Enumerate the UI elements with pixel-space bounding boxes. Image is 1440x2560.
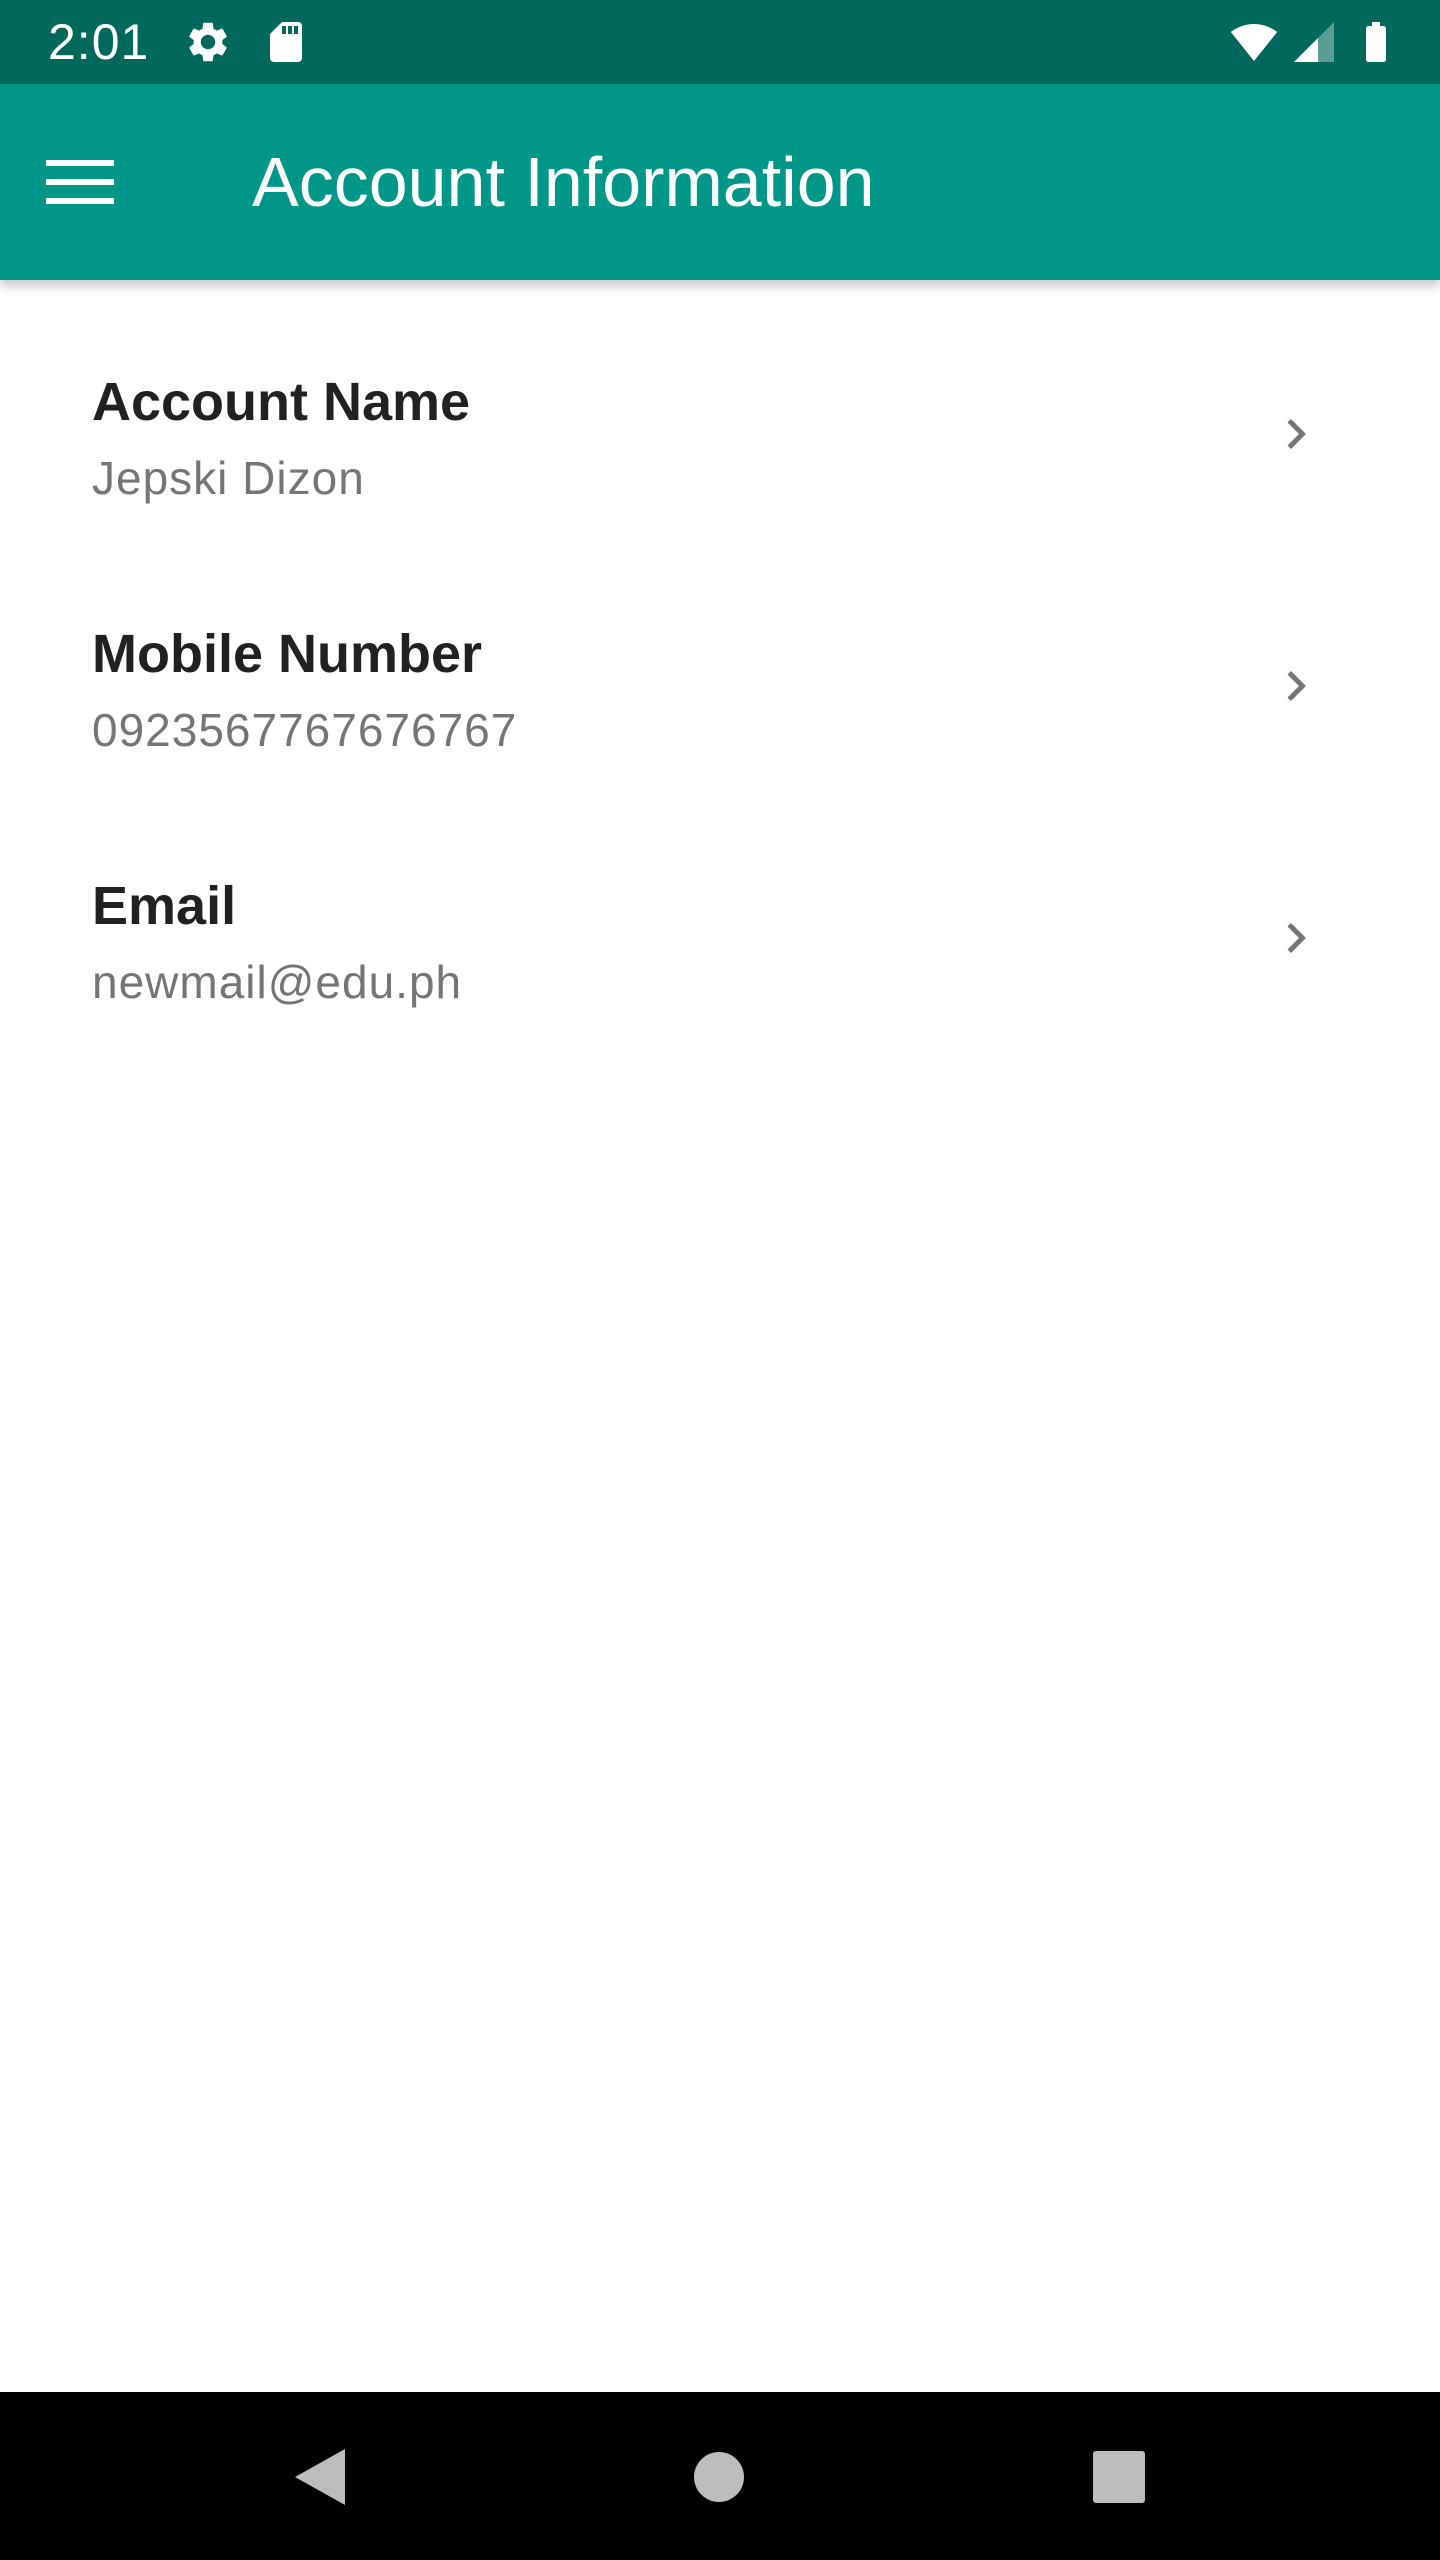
- email-value: newmail@edu.ph: [92, 956, 463, 1008]
- account-name-value: Jepski Dizon: [92, 452, 365, 504]
- back-button[interactable]: [274, 2432, 364, 2522]
- wifi-icon: [1230, 24, 1278, 61]
- email-label: Email: [92, 876, 237, 936]
- menu-icon: [46, 160, 114, 204]
- page-title: Account Information: [252, 143, 875, 221]
- chevron-right-icon: [1287, 671, 1306, 701]
- account-name-label: Account Name: [92, 372, 471, 432]
- recents-button[interactable]: [1074, 2432, 1164, 2522]
- account-information-screen: 2:01 Account Information Account Name Je…: [0, 0, 1440, 2560]
- chevron-right-icon: [1287, 419, 1306, 449]
- app-bar: Account Information: [0, 84, 1440, 280]
- navigation-bar: [0, 2392, 1440, 2560]
- status-bar: 2:01: [0, 0, 1440, 84]
- menu-button[interactable]: [40, 142, 120, 222]
- settings-icon: [189, 22, 227, 62]
- home-button[interactable]: [674, 2432, 764, 2522]
- account-info-list: Account Name Jepski Dizon Mobile Number …: [0, 280, 1440, 1036]
- signal-icon: [1294, 22, 1334, 62]
- status-time: 2:01: [48, 14, 150, 70]
- recents-icon: [1093, 2451, 1145, 2503]
- home-icon: [694, 2452, 744, 2502]
- account-name-row[interactable]: Account Name Jepski Dizon: [0, 280, 1440, 532]
- sdcard-icon: [270, 22, 302, 62]
- mobile-number-label: Mobile Number: [92, 624, 483, 684]
- chevron-right-icon: [1287, 923, 1306, 953]
- mobile-number-row[interactable]: Mobile Number 0923567767676767: [0, 532, 1440, 784]
- mobile-number-value: 0923567767676767: [92, 704, 518, 756]
- back-icon: [295, 2449, 345, 2505]
- email-row[interactable]: Email newmail@edu.ph: [0, 784, 1440, 1036]
- battery-icon: [1366, 22, 1386, 62]
